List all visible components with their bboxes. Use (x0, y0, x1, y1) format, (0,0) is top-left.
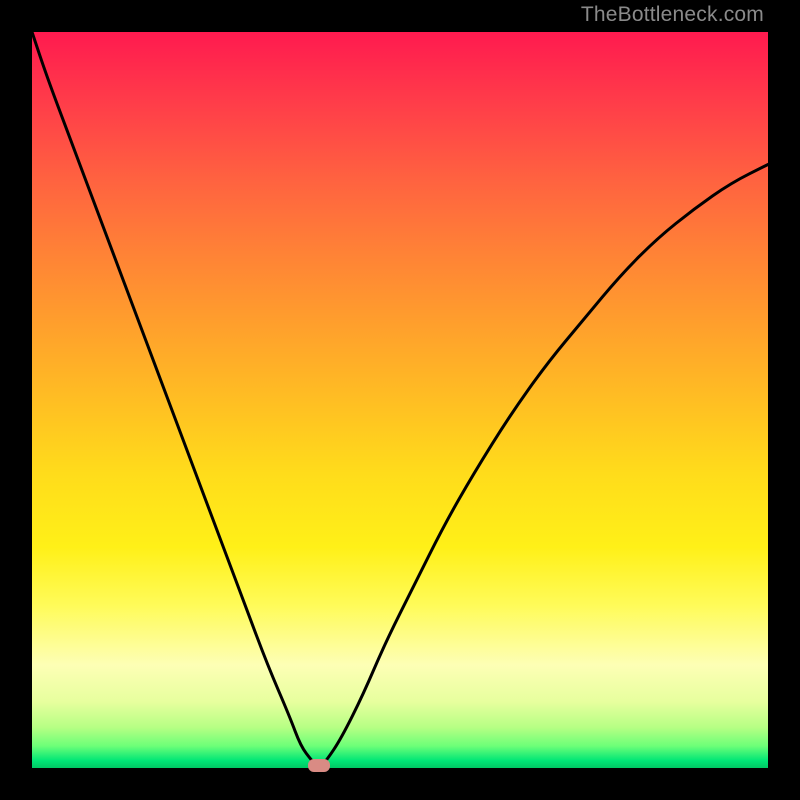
chart-frame: TheBottleneck.com (0, 0, 800, 800)
bottleneck-curve (32, 32, 768, 766)
watermark-text: TheBottleneck.com (581, 3, 764, 27)
curve-svg (32, 32, 768, 768)
minimum-marker (308, 759, 330, 772)
